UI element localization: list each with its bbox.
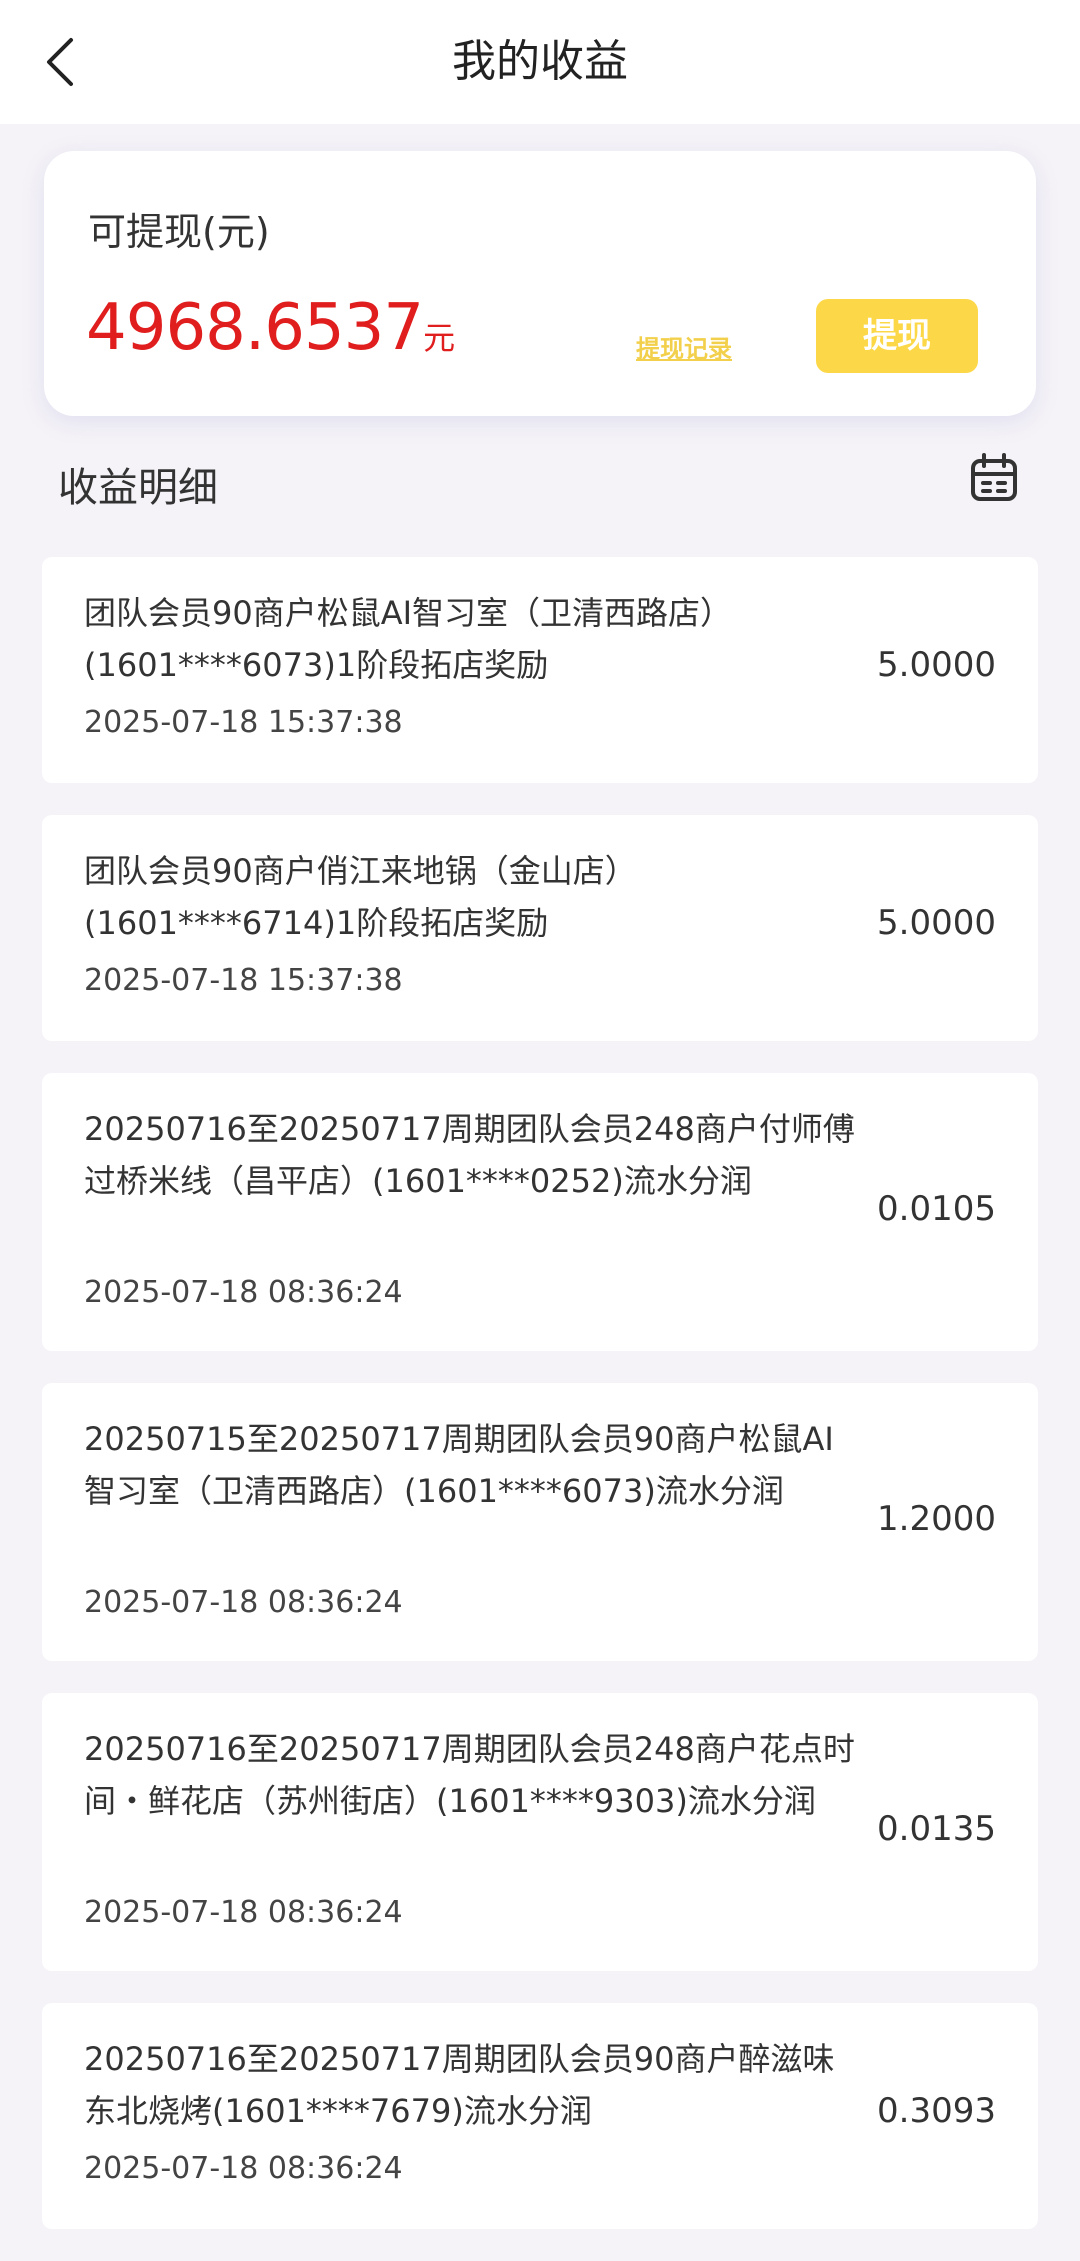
- item-time: 2025-07-18 15:37:38: [84, 963, 403, 998]
- list-item[interactable]: 20250716至20250717周期团队会员90商户醉滋味东北烧烤(1601*…: [42, 2003, 1038, 2229]
- item-description: 20250715至20250717周期团队会员90商户松鼠AI智习室（卫清西路店…: [84, 1420, 834, 1510]
- list-item[interactable]: 20250715至20250717周期团队会员90商户松鼠AI智习室（卫清西路店…: [42, 1383, 1038, 1661]
- list-item[interactable]: 20250716至20250717周期团队会员248商户付师傅过桥米线（昌平店）…: [42, 1073, 1038, 1351]
- balance-amount-unit: 元: [423, 319, 456, 357]
- item-amount: 0.3093: [877, 2091, 996, 2131]
- item-description: 20250716至20250717周期团队会员90商户醉滋味东北烧烤(1601*…: [84, 2040, 835, 2130]
- balance-amount-value: 4968.6537: [86, 291, 424, 365]
- balance-label: 可提现(元): [88, 210, 270, 254]
- list-item[interactable]: 团队会员90商户松鼠AI智习室（卫清西路店）(1601****6073)1阶段拓…: [42, 557, 1038, 783]
- item-amount: 0.0105: [877, 1189, 996, 1229]
- earnings-list: 团队会员90商户松鼠AI智习室（卫清西路店）(1601****6073)1阶段拓…: [42, 557, 1038, 2261]
- item-amount: 1.2000: [877, 1499, 996, 1539]
- item-time: 2025-07-18 15:37:38: [84, 705, 403, 740]
- list-item[interactable]: 20250716至20250717周期团队会员248商户花点时间・鲜花店（苏州街…: [42, 1693, 1038, 1971]
- item-amount: 0.0135: [877, 1809, 996, 1849]
- calendar-icon: [971, 453, 1017, 501]
- withdraw-record-link[interactable]: 提现记录: [636, 329, 732, 364]
- balance-card: 可提现(元) 4968.6537元 提现记录 提现: [44, 151, 1036, 416]
- item-time: 2025-07-18 08:36:24: [84, 1895, 403, 1930]
- item-description: 20250716至20250717周期团队会员248商户付师傅过桥米线（昌平店）…: [84, 1110, 855, 1200]
- header-bar: 我的收益: [0, 0, 1080, 124]
- page-title: 我的收益: [452, 36, 628, 87]
- item-amount: 5.0000: [877, 645, 996, 685]
- item-description: 团队会员90商户俏江来地锅（金山店）(1601****6714)1阶段拓店奖励: [84, 852, 637, 942]
- item-description: 20250716至20250717周期团队会员248商户花点时间・鲜花店（苏州街…: [84, 1730, 855, 1820]
- item-description: 团队会员90商户松鼠AI智习室（卫清西路店）(1601****6073)1阶段拓…: [84, 594, 733, 684]
- withdraw-button[interactable]: 提现: [816, 299, 978, 373]
- list-item[interactable]: 团队会员90商户俏江来地锅（金山店）(1601****6714)1阶段拓店奖励 …: [42, 815, 1038, 1041]
- section-title: 收益明细: [58, 465, 218, 511]
- item-time: 2025-07-18 08:36:24: [84, 1275, 403, 1310]
- item-time: 2025-07-18 08:36:24: [84, 2151, 403, 2186]
- item-amount: 5.0000: [877, 903, 996, 943]
- item-time: 2025-07-18 08:36:24: [84, 1585, 403, 1620]
- calendar-button[interactable]: [968, 452, 1020, 504]
- balance-amount: 4968.6537元: [86, 291, 455, 365]
